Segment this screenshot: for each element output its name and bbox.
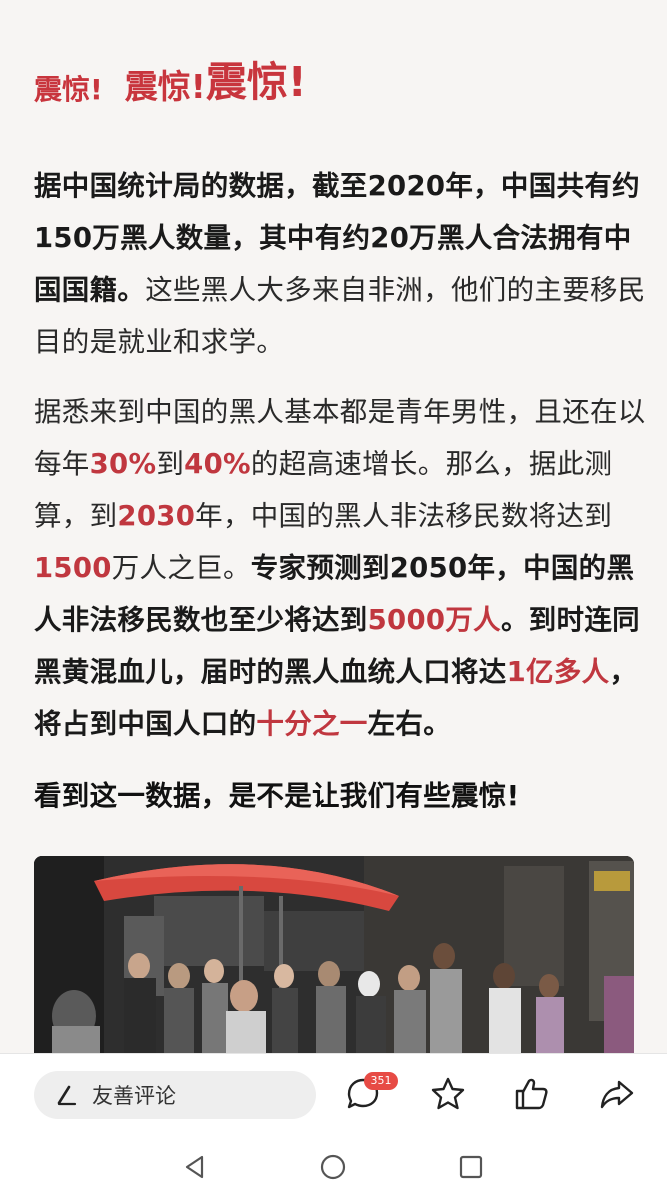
comment-placeholder: 友善评论	[92, 1084, 176, 1108]
street-market-photo[interactable]	[34, 856, 634, 1056]
p2-highlight-5: 5000万人	[367, 604, 501, 636]
p2-highlight-4: 1500	[34, 552, 112, 584]
p2-bold-4: 左右。	[367, 708, 452, 740]
system-navigation-bar	[0, 1135, 667, 1200]
p2-text-2: 到	[156, 448, 185, 480]
star-icon[interactable]	[428, 1074, 468, 1114]
share-icon[interactable]	[597, 1074, 637, 1114]
p2-highlight-6: 1亿多人	[506, 656, 610, 688]
comment-count-badge: 351	[364, 1072, 398, 1090]
p2-text-5: 万人之巨。	[111, 552, 251, 584]
paragraph-3: 看到这一数据，是不是让我们有些震惊!	[34, 780, 520, 812]
p2-text-4: 年，中国的黑人非法移民数将达到	[195, 500, 613, 532]
headline-word-1: 震惊!	[34, 73, 103, 106]
p2-highlight-7: 十分之一	[256, 708, 368, 740]
p2-highlight-1: 30%	[89, 448, 157, 480]
recent-apps-icon[interactable]	[456, 1152, 486, 1182]
paragraph-1: 据中国统计局的数据，截至2020年，中国共有约150万黑人数量，其中有约20万黑…	[34, 160, 646, 368]
pen-icon	[57, 1085, 77, 1106]
thumbs-up-icon[interactable]	[512, 1074, 552, 1114]
headline: 震惊! 震惊! 震惊!	[34, 58, 307, 108]
back-icon[interactable]	[180, 1152, 210, 1182]
p2-highlight-3: 2030	[117, 500, 196, 532]
home-icon[interactable]	[318, 1152, 348, 1182]
bottom-action-bar: 友善评论 351	[0, 1053, 667, 1136]
comment-input[interactable]: 友善评论	[34, 1071, 316, 1119]
headline-word-3: 震惊!	[205, 58, 307, 106]
p2-highlight-2: 40%	[184, 448, 251, 480]
photo-illustration	[34, 856, 634, 1056]
paragraph-2: 据悉来到中国的黑人基本都是青年男性，且还在以每年30%到40%的超高速增长。那么…	[34, 386, 646, 750]
headline-word-2: 震惊!	[124, 67, 206, 106]
